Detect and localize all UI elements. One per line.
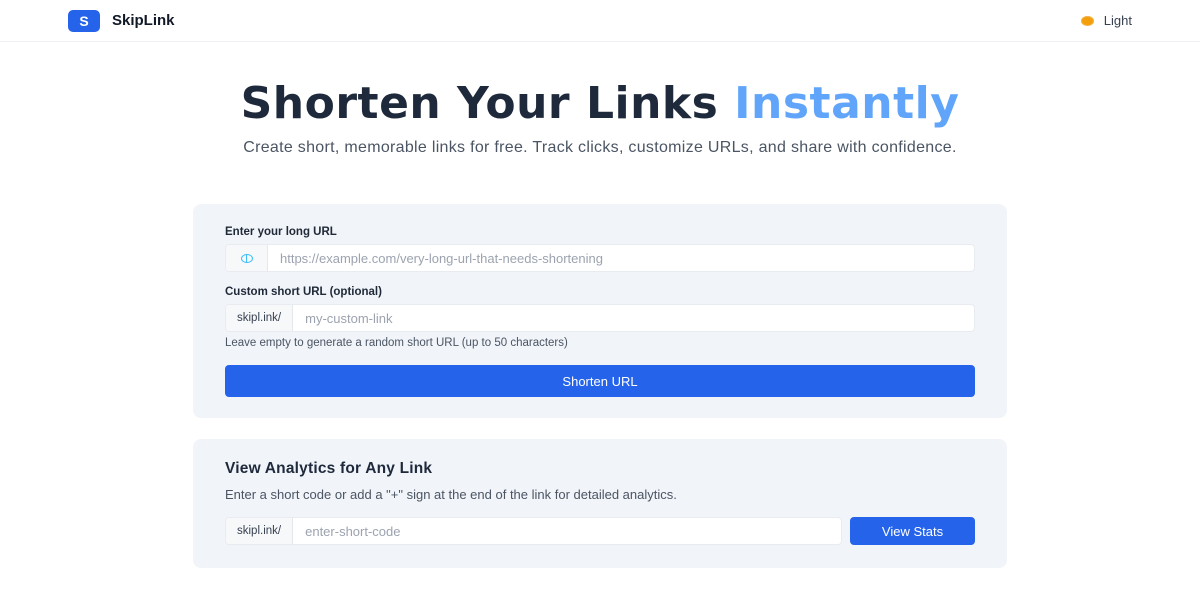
logo-icon: S: [68, 9, 100, 32]
shorten-url-button[interactable]: Shorten URL: [225, 365, 975, 397]
long-url-label: Enter your long URL: [225, 226, 337, 238]
top-bar: S SkipLink Light: [0, 0, 1200, 42]
short-code-field: skipl.ink/: [225, 517, 842, 545]
sun-icon: [1080, 15, 1094, 26]
hero: Shorten Your Links Instantly Create shor…: [0, 80, 1200, 157]
custom-url-label: Custom short URL (optional): [225, 286, 382, 298]
brand[interactable]: S SkipLink: [68, 9, 175, 32]
long-url-prefix: [226, 245, 268, 271]
shorten-card: Enter your long URL Custom short URL (op…: [193, 204, 1007, 418]
view-stats-button[interactable]: View Stats: [850, 517, 975, 545]
analytics-title: View Analytics for Any Link: [225, 460, 433, 477]
short-code-prefix: skipl.ink/: [226, 518, 294, 544]
brand-name: SkipLink: [112, 12, 175, 29]
title-main: Shorten Your Links: [240, 78, 735, 129]
theme-toggle-button[interactable]: Light: [1080, 13, 1132, 28]
page-subtitle: Create short, memorable links for free. …: [243, 139, 957, 156]
long-url-input[interactable]: [268, 245, 974, 271]
analytics-form: skipl.ink/ View Stats: [225, 517, 975, 545]
globe-icon: [240, 253, 253, 263]
custom-url-hint: Leave empty to generate a random short U…: [225, 337, 568, 349]
analytics-card: View Analytics for Any Link Enter a shor…: [193, 439, 1007, 568]
long-url-field: [225, 244, 975, 272]
custom-url-input[interactable]: [293, 305, 974, 331]
title-accent: Instantly: [734, 78, 960, 129]
theme-toggle-label: Light: [1103, 13, 1132, 28]
custom-url-field: skipl.ink/: [225, 304, 975, 332]
page-title: Shorten Your Links Instantly: [0, 80, 1200, 128]
short-code-input[interactable]: [293, 518, 841, 544]
custom-url-prefix: skipl.ink/: [226, 305, 294, 331]
analytics-description: Enter a short code or add a "+" sign at …: [225, 487, 677, 502]
